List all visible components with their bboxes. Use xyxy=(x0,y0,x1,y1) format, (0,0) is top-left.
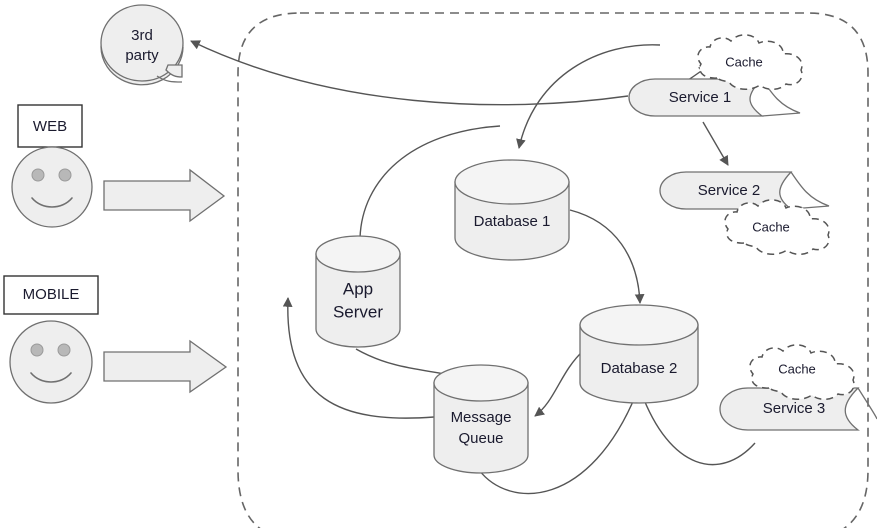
web-flow-arrow-icon xyxy=(103,168,226,223)
node-database-2[interactable]: Database 2 xyxy=(579,304,699,404)
edge-service1-to-service2 xyxy=(702,121,729,166)
edge-service1-to-thirdparty xyxy=(190,40,629,106)
database-1-top xyxy=(454,159,570,205)
web-face-icon xyxy=(11,146,93,228)
web-tag-label: WEB xyxy=(33,118,67,135)
cache-1-label: Cache xyxy=(725,54,763,69)
node-cache-2[interactable]: Cache xyxy=(724,199,830,256)
third-party-label-line2: party xyxy=(125,47,159,64)
node-app-server[interactable]: App Server xyxy=(315,235,401,348)
database-1-label: Database 1 xyxy=(474,213,551,230)
third-party-label-line1: 3rd xyxy=(131,27,153,44)
mobile-flow-arrow-icon xyxy=(103,339,228,394)
web-eye-right-icon xyxy=(58,168,72,182)
app-server-label-line2: Server xyxy=(333,302,383,321)
message-queue-top xyxy=(433,364,529,402)
edge-database1-to-database2 xyxy=(569,209,645,304)
database-2-top xyxy=(579,304,699,346)
mobile-eye-left-icon xyxy=(30,343,44,357)
service-1-label: Service 1 xyxy=(669,89,732,106)
diagram-canvas: 3rd party WEB MOBILE Database 1 App Serv… xyxy=(0,0,877,528)
service-2-tail xyxy=(790,171,830,210)
app-server-top xyxy=(315,235,401,273)
message-queue-label-line1: Message xyxy=(451,409,512,426)
edge-database2-to-messagequeue xyxy=(534,349,585,417)
cache-3-label: Cache xyxy=(778,361,816,376)
database-2-label: Database 2 xyxy=(601,360,678,377)
service-2-label: Service 2 xyxy=(698,182,761,199)
client-mobile[interactable]: MOBILE xyxy=(3,275,228,404)
node-message-queue[interactable]: Message Queue xyxy=(433,364,529,474)
mobile-eye-right-icon xyxy=(57,343,71,357)
client-web[interactable]: WEB xyxy=(11,104,226,228)
web-eye-left-icon xyxy=(31,168,45,182)
third-party-node[interactable]: 3rd party xyxy=(100,4,184,86)
cache-2-label: Cache xyxy=(752,219,790,234)
architecture-diagram: 3rd party WEB MOBILE Database 1 App Serv… xyxy=(3,4,877,528)
mobile-tag-label: MOBILE xyxy=(23,286,80,303)
node-database-1[interactable]: Database 1 xyxy=(454,159,570,261)
message-queue-label-line2: Queue xyxy=(458,430,503,447)
mobile-face-icon xyxy=(9,320,93,404)
app-server-label-line1: App xyxy=(343,279,373,298)
service-3-label: Service 3 xyxy=(763,400,826,417)
